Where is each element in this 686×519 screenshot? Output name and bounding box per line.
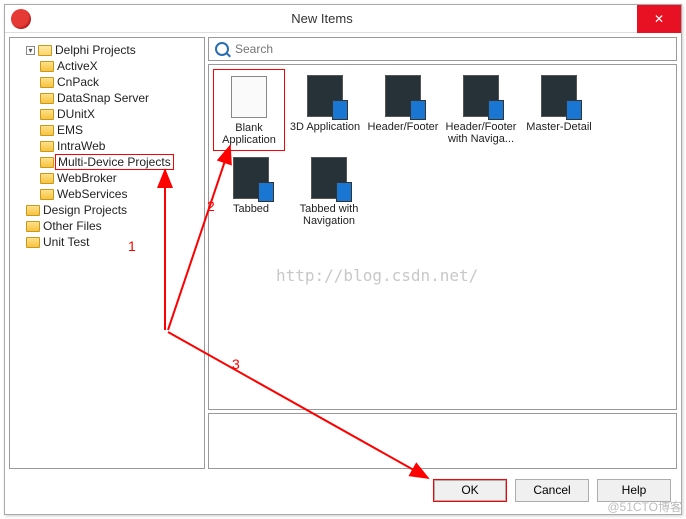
item-gallery: Blank Application 3D Application Header/Fo… [208, 64, 677, 410]
gallery-item-label: Blank Application [216, 122, 282, 146]
tree-label: Other Files [43, 219, 102, 233]
close-button[interactable]: ✕ [637, 5, 681, 33]
gallery-item-label: Header/Footer with Naviga... [445, 121, 517, 145]
dialog-footer: OK Cancel Help [5, 473, 681, 507]
tree-node[interactable]: Design Projects [26, 202, 202, 218]
tree-node[interactable]: Unit Test [26, 234, 202, 250]
watermark-text: http://blog.csdn.net/ [276, 266, 478, 285]
folder-icon [40, 173, 54, 184]
tree-label: Delphi Projects [55, 43, 136, 57]
folder-icon [40, 109, 54, 120]
template-icon [307, 75, 343, 117]
tree-node[interactable]: EMS [40, 122, 202, 138]
tree-node[interactable]: IntraWeb [40, 138, 202, 154]
tree-node[interactable]: CnPack [40, 74, 202, 90]
credit-text: @51CTO博客 [607, 498, 682, 515]
tree-label: WebBroker [57, 171, 117, 185]
template-icon [541, 75, 577, 117]
template-icon [233, 157, 269, 199]
titlebar[interactable]: New Items ✕ [5, 5, 681, 33]
category-tree[interactable]: ▾ Delphi Projects ActiveX CnPack DataSna… [9, 37, 205, 469]
tree-node[interactable]: DUnitX [40, 106, 202, 122]
folder-icon [40, 141, 54, 152]
tree-label: Unit Test [43, 235, 89, 249]
tree-node[interactable]: Other Files [26, 218, 202, 234]
tree-label: IntraWeb [57, 139, 105, 153]
tree-node[interactable]: ActiveX [40, 58, 202, 74]
folder-icon [38, 45, 52, 56]
gallery-item-label: Tabbed with Navigation [293, 203, 365, 227]
folder-icon [26, 237, 40, 248]
dialog-window: New Items ✕ ▾ Delphi Projects ActiveX Cn… [4, 4, 682, 515]
tree-label: DUnitX [57, 107, 95, 121]
gallery-item[interactable]: Blank Application [213, 69, 285, 151]
search-icon [215, 42, 229, 56]
folder-icon [40, 125, 54, 136]
gallery-item[interactable]: Header/Footer [367, 73, 439, 151]
window-title: New Items [7, 11, 637, 26]
template-icon [463, 75, 499, 117]
folder-icon [40, 93, 54, 104]
tree-label: Design Projects [43, 203, 127, 217]
folder-icon [40, 61, 54, 72]
gallery-item[interactable]: 3D Application [289, 73, 361, 151]
gallery-item-label: Tabbed [215, 203, 287, 215]
template-icon [231, 76, 267, 118]
collapse-icon[interactable]: ▾ [26, 46, 35, 55]
template-icon [385, 75, 421, 117]
template-icon [311, 157, 347, 199]
search-input[interactable] [233, 41, 670, 57]
gallery-item-label: Header/Footer [367, 121, 439, 133]
tree-node[interactable]: WebServices [40, 186, 202, 202]
close-icon: ✕ [654, 12, 664, 26]
folder-icon [40, 157, 54, 168]
gallery-item[interactable]: Header/Footer with Naviga... [445, 73, 517, 151]
folder-icon [26, 205, 40, 216]
tree-label: DataSnap Server [57, 91, 149, 105]
description-panel [208, 413, 677, 469]
tree-node[interactable]: DataSnap Server [40, 90, 202, 106]
tree-label: CnPack [57, 75, 99, 89]
gallery-item-label: 3D Application [289, 121, 361, 133]
folder-icon [40, 189, 54, 200]
gallery-item-label: Master-Detail [523, 121, 595, 133]
folder-icon [40, 77, 54, 88]
tree-node-selected[interactable]: Multi-Device Projects [40, 154, 202, 170]
cancel-button[interactable]: Cancel [515, 479, 589, 502]
gallery-item[interactable]: Master-Detail [523, 73, 595, 151]
tree-node[interactable]: WebBroker [40, 170, 202, 186]
ok-button[interactable]: OK [433, 479, 507, 502]
gallery-item[interactable]: Tabbed [215, 155, 287, 227]
tree-label: WebServices [57, 187, 127, 201]
search-box[interactable] [208, 37, 677, 61]
folder-icon [26, 221, 40, 232]
gallery-item[interactable]: Tabbed with Navigation [293, 155, 365, 227]
tree-node-root[interactable]: ▾ Delphi Projects [26, 42, 202, 58]
tree-label: EMS [57, 123, 83, 137]
tree-label: Multi-Device Projects [55, 154, 174, 170]
tree-label: ActiveX [57, 59, 98, 73]
